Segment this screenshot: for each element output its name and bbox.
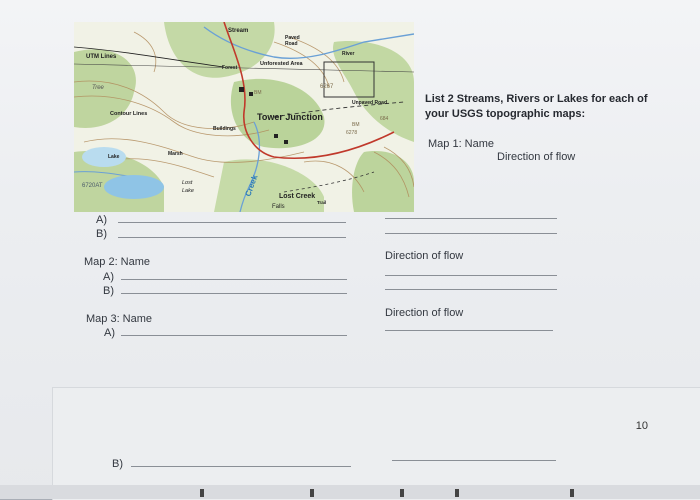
map1-b-direction-line[interactable]: [385, 233, 557, 234]
svg-text:Lost: Lost: [182, 180, 193, 186]
map2-b-label: B): [103, 285, 114, 297]
worksheet-page: Stream Paved Road River UTM Lines Forest…: [0, 0, 700, 500]
map-label-elev-6720: 6720AT: [82, 183, 103, 189]
map1-b-name-line[interactable]: [118, 237, 346, 238]
taskbar-strip: [0, 485, 700, 499]
map-label-river: River: [342, 51, 355, 57]
map3-a-name-line[interactable]: [121, 335, 347, 336]
map-label-utm: UTM Lines: [86, 54, 117, 60]
map-label-contour: Contour Lines: [110, 111, 147, 117]
map3-a-label: A): [104, 327, 115, 339]
map-label-tree: Tree: [92, 85, 105, 91]
map2-a-label: A): [103, 271, 114, 283]
page-number: 10: [635, 420, 648, 432]
map3-a-direction-line[interactable]: [385, 330, 553, 331]
map-label-stream: Stream: [228, 28, 248, 34]
map2-a-name-line[interactable]: [121, 279, 347, 280]
next-page-sheet: [52, 387, 700, 500]
map1-a-name-line[interactable]: [118, 222, 346, 223]
map2-name-label: Map 2: Name: [84, 256, 151, 268]
map-label-bm: BM: [254, 90, 262, 96]
map3-b-label: B): [112, 458, 123, 470]
map3-b-direction-line[interactable]: [392, 460, 556, 461]
map-label-lost-creek: Lost Creek: [279, 193, 315, 200]
map-label-falls: Falls: [272, 204, 285, 210]
map1-name-label: Map 1: Name: [428, 138, 495, 150]
map2-b-direction-line[interactable]: [385, 289, 557, 290]
topographic-map-image: Stream Paved Road River UTM Lines Forest…: [74, 22, 414, 212]
map2-b-name-line[interactable]: [121, 293, 347, 294]
map-label-684: 684: [380, 116, 389, 122]
map1-direction-label: Direction of flow: [497, 151, 576, 163]
map-label-unforested: Unforested Area: [260, 61, 304, 67]
map-label-marsh: Marsh: [168, 151, 183, 157]
svg-text:Road: Road: [285, 41, 298, 47]
map2-direction-label: Direction of flow: [385, 250, 464, 262]
svg-text:Lake: Lake: [182, 188, 194, 194]
map1-a-label: A): [96, 214, 107, 226]
map-label-forest: Forest: [222, 65, 238, 71]
map3-name-label: Map 3: Name: [86, 313, 153, 325]
map-label-elev-6267: 6267: [320, 84, 334, 90]
instructions-text: List 2 Streams, Rivers or Lakes for each…: [425, 93, 648, 120]
map-label-lake: Lake: [108, 154, 120, 160]
map-label-elev-6278: 6278: [346, 130, 357, 136]
map3-direction-label: Direction of flow: [385, 307, 464, 319]
map-label-trail: Trail: [317, 200, 326, 205]
map1-b-label: B): [96, 228, 107, 240]
map-label-bm-2: BM: [352, 122, 360, 128]
map1-a-direction-line[interactable]: [385, 218, 557, 219]
map2-a-direction-line[interactable]: [385, 275, 557, 276]
map-label-tower-junction: Tower Junction: [257, 112, 323, 122]
map3-b-name-line[interactable]: [131, 466, 351, 467]
map-label-unpaved: Unpaved Road: [352, 100, 387, 106]
map-label-buildings: Buildings: [213, 126, 236, 132]
